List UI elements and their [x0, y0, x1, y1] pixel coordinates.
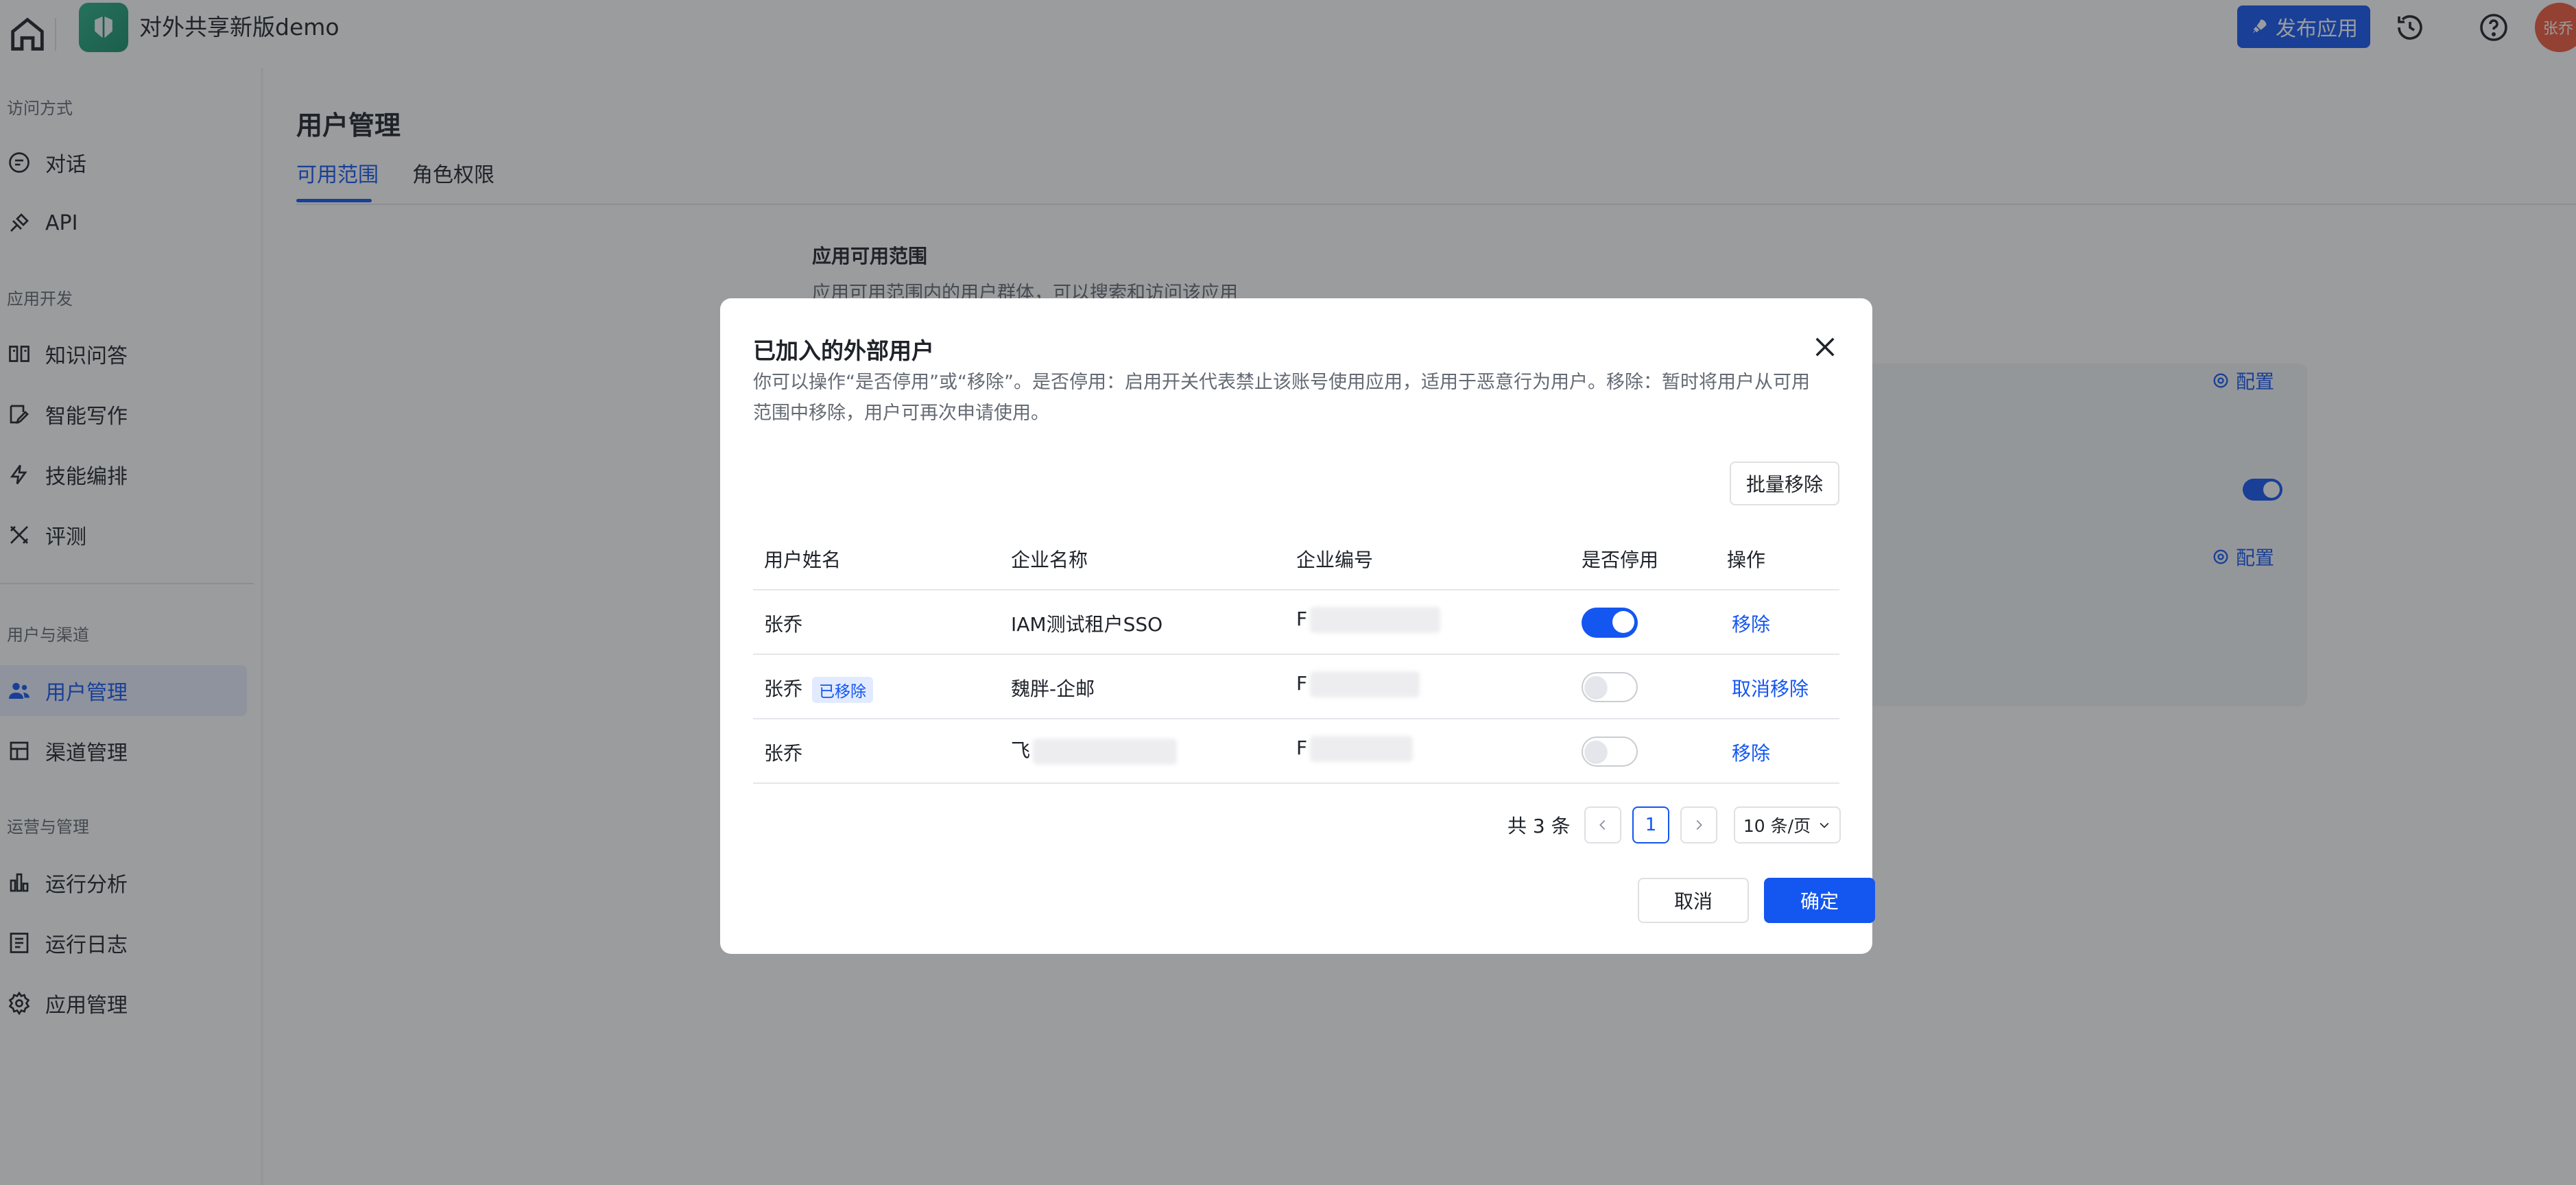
table-divider: [753, 654, 1839, 655]
redacted-block: [1310, 671, 1420, 697]
modal-title: 已加入的外部用户: [753, 337, 934, 364]
user-name: 张乔: [764, 613, 803, 636]
column-header-action: 操作: [1727, 549, 1766, 571]
column-header-company-id: 企业编号: [1296, 549, 1374, 571]
batch-remove-button[interactable]: 批量移除: [1730, 462, 1839, 505]
chevron-left-icon: [1599, 819, 1606, 830]
user-name-cell: 张乔 已移除: [764, 674, 874, 703]
pagination-total: 共 3 条: [1507, 815, 1571, 837]
table-divider: [753, 718, 1839, 719]
chevron-down-icon: [1820, 822, 1829, 828]
company-id-text: F: [1296, 608, 1308, 630]
company-id: F: [1296, 671, 1420, 697]
redacted-block: [1310, 736, 1414, 762]
column-header-user-name: 用户姓名: [764, 549, 842, 571]
toggle-knob: [1612, 611, 1634, 633]
column-header-disabled: 是否停用: [1582, 549, 1659, 571]
cancel-remove-link[interactable]: 取消移除: [1732, 674, 1809, 702]
company-id: F: [1296, 607, 1441, 633]
column-header-company-name: 企业名称: [1011, 549, 1088, 571]
removed-tag: 已移除: [812, 677, 874, 703]
prev-page-button[interactable]: [1584, 806, 1621, 843]
user-name: 张乔: [764, 742, 803, 765]
user-name: 张乔: [764, 678, 803, 700]
remove-link[interactable]: 移除: [1732, 739, 1770, 766]
company-id-text: F: [1296, 672, 1308, 695]
modal-description: 你可以操作“是否停用”或“移除”。是否停用：启用开关代表禁止该账号使用应用，适用…: [753, 372, 1810, 424]
toggle-knob: [1585, 676, 1607, 698]
cancel-button[interactable]: 取消: [1638, 878, 1749, 923]
company-name: 飞: [1011, 739, 1031, 762]
company-name: IAM测试租户SSO: [1011, 613, 1163, 636]
page-size-value: 10 条/页: [1743, 816, 1811, 836]
table-divider: [753, 782, 1839, 784]
next-page-button[interactable]: [1680, 806, 1717, 843]
disable-toggle[interactable]: [1582, 608, 1638, 638]
company-name: 魏胖-企邮: [1011, 678, 1095, 700]
close-icon[interactable]: [1811, 333, 1839, 361]
redacted-block: [1033, 739, 1178, 765]
external-users-modal: 已加入的外部用户 你可以操作“是否停用”或“移除”。是否停用：启用开关代表禁止该…: [720, 298, 1875, 954]
redacted-block: [1310, 607, 1441, 633]
company-name-cell: 飞: [1011, 736, 1178, 765]
disable-toggle[interactable]: [1582, 737, 1638, 767]
table-divider: [753, 589, 1839, 590]
page-size-select[interactable]: 10 条/页: [1734, 806, 1841, 843]
company-id-text: F: [1296, 737, 1308, 759]
remove-link[interactable]: 移除: [1732, 610, 1770, 637]
toggle-knob: [1585, 741, 1607, 763]
confirm-button[interactable]: 确定: [1764, 878, 1875, 923]
disable-toggle[interactable]: [1582, 672, 1638, 702]
company-id: F: [1296, 736, 1414, 762]
page-number-button[interactable]: 1: [1632, 806, 1669, 843]
chevron-right-icon: [1696, 819, 1702, 830]
